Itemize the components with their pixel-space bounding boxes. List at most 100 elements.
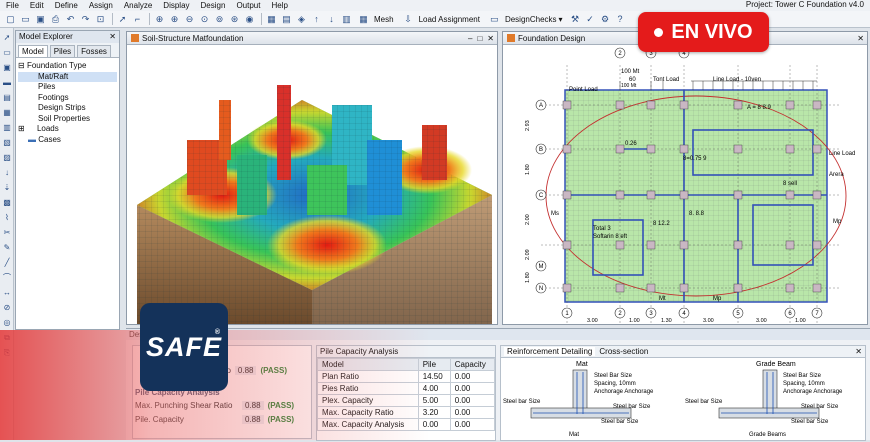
tree-item-piles[interactable]: Piles [18, 82, 117, 93]
dimension-icon[interactable]: ↔ [2, 288, 12, 298]
tree-item-footings[interactable]: Footings [18, 93, 117, 104]
draw-slab-icon[interactable]: ▣ [2, 63, 12, 73]
point-load-icon[interactable]: ↓ [2, 168, 12, 178]
pointer-icon[interactable]: ➚ [116, 13, 129, 26]
collapse-icon[interactable]: ⊟ [18, 61, 25, 70]
print-icon[interactable]: ⎙ [49, 13, 62, 26]
table-row[interactable]: Plex. Capacity 5.00 0.00 [317, 394, 496, 407]
menu-analyze[interactable]: Analyze [124, 1, 152, 10]
project-title: Project: Tower C Foundation v4.0 [745, 0, 864, 9]
line-icon[interactable]: ╱ [2, 258, 12, 268]
menu-define[interactable]: Define [55, 1, 78, 10]
expand-icon[interactable]: ⊞ [18, 124, 25, 133]
menu-file[interactable]: File [6, 1, 19, 10]
tab-reinforcement-detailing[interactable]: Reinforcement Detailing [504, 347, 596, 356]
tab-model[interactable]: Model [18, 45, 48, 57]
select-pointer-icon[interactable]: ➚ [2, 33, 12, 43]
close-icon[interactable]: ✕ [487, 34, 494, 43]
cut-icon[interactable]: ✂ [2, 228, 12, 238]
tab-piles[interactable]: Piles [49, 45, 76, 57]
3d-view-icon[interactable]: ◈ [295, 13, 308, 26]
line-load-icon[interactable]: ⇣ [2, 183, 12, 193]
minimize-icon[interactable]: – [468, 34, 472, 43]
help-icon[interactable]: ? [614, 13, 627, 26]
grid-icon[interactable]: ▥ [340, 13, 353, 26]
tree-label: Mat/Raft [38, 71, 69, 81]
copy-icon[interactable]: ⧉ [2, 333, 12, 343]
draw-pile-icon[interactable]: ▥ [2, 123, 12, 133]
reinforcement-tabs: Reinforcement Detailing Cross-section ✕ [501, 346, 865, 358]
pan-icon[interactable]: ⊛ [228, 13, 241, 26]
area-load-icon[interactable]: ▩ [2, 198, 12, 208]
result-row: Max. Punching Shear Ratio 0.88 (PASS) [135, 401, 294, 410]
zoom-out-icon[interactable]: ⊖ [183, 13, 196, 26]
ratio-value: 0.88 [234, 366, 257, 375]
3d-model-canvas[interactable] [127, 45, 497, 324]
check-icon[interactable]: ✓ [584, 13, 597, 26]
down-icon[interactable]: ↓ [325, 13, 338, 26]
tree-item-soil-properties[interactable]: Soil Properties [18, 114, 117, 125]
draw-grid-icon[interactable]: ▦ [2, 108, 12, 118]
menu-display[interactable]: Display [163, 1, 189, 10]
tree-item-mat-raft[interactable]: Mat/Raft [18, 71, 117, 82]
menu-edit[interactable]: Edit [30, 1, 44, 10]
load-assignment-button[interactable]: ⇩ Load Assignment [402, 13, 480, 26]
save-icon[interactable]: ▣ [34, 13, 47, 26]
arc-icon[interactable]: ⌒ [2, 273, 12, 283]
model-explorer-panel: Model Explorer ✕ Model Piles Fosses ⊟ Fou… [15, 30, 120, 330]
pile-capacity-panel: Pile Capacity Analysis Model Pile Capacity… [316, 345, 496, 441]
elevation-view-icon[interactable]: ▤ [280, 13, 293, 26]
close-icon[interactable]: ✕ [109, 32, 116, 42]
mesh-button[interactable]: ▦ Mesh [357, 13, 393, 26]
menu-assign[interactable]: Assign [89, 1, 113, 10]
close-icon[interactable]: ✕ [855, 347, 862, 356]
close-icon[interactable]: ✕ [857, 34, 864, 43]
rotate-view-icon[interactable]: ◉ [243, 13, 256, 26]
table-row[interactable]: Max. Capacity Analysis 0.00 0.00 [317, 418, 496, 431]
draw-strip-icon[interactable]: ▤ [2, 93, 12, 103]
tree-item-foundation-type[interactable]: ⊟ Foundation Type [18, 61, 117, 72]
redo-icon[interactable]: ↷ [79, 13, 92, 26]
tree-item-design-strips[interactable]: Design Strips [18, 103, 117, 114]
zoom-previous-icon[interactable]: ⊙ [198, 13, 211, 26]
section-cut-icon[interactable]: ⊘ [2, 303, 12, 313]
tree-item-loads[interactable]: ⊞ Loads [18, 124, 117, 135]
paste-icon[interactable]: ⎘ [2, 348, 12, 358]
table-row[interactable]: Max. Capacity Ratio 3.20 0.00 [317, 406, 496, 419]
lock-icon[interactable]: ⊡ [94, 13, 107, 26]
tab-cross-section[interactable]: Cross-section [599, 347, 648, 356]
result-value: 0.88 [242, 415, 264, 424]
draw-column-icon[interactable]: ▧ [2, 138, 12, 148]
settings-icon[interactable]: ⚙ [599, 13, 612, 26]
zoom-fit-icon[interactable]: ⊚ [213, 13, 226, 26]
draw-wall-icon[interactable]: ▨ [2, 153, 12, 163]
target-icon[interactable]: ◎ [2, 318, 12, 328]
column-header[interactable]: Model [317, 358, 419, 371]
draw-beam-icon[interactable]: ▬ [2, 78, 12, 88]
column-header[interactable]: Capacity [449, 358, 496, 371]
plan-canvas[interactable]: 234 1234567 ABCMN 3.00 1.00 1.30 3.00 3.00 1.… [503, 45, 867, 324]
zoom-in-icon[interactable]: ⊕ [168, 13, 181, 26]
soil-spring-icon[interactable]: ⌇ [2, 213, 12, 223]
menu-output[interactable]: Output [236, 1, 260, 10]
column-header[interactable]: Pile [417, 358, 451, 371]
table-row[interactable]: Plan Ratio 14.50 0.00 [317, 370, 496, 383]
3d-view-window: Soil-Structure Matfoundation – □ ✕ [126, 31, 498, 325]
menu-design[interactable]: Design [201, 1, 226, 10]
design-checks-button[interactable]: ▭ DesignChecks ▾ [488, 13, 562, 26]
table-row[interactable]: Pies Ratio 4.00 0.00 [317, 382, 496, 395]
menu-help[interactable]: Help [271, 1, 287, 10]
open-folder-icon[interactable]: ▭ [19, 13, 32, 26]
up-icon[interactable]: ↑ [310, 13, 323, 26]
tree-item-cases[interactable]: ▬ Cases [18, 135, 117, 146]
draw-area-icon[interactable]: ▭ [2, 48, 12, 58]
deformed-shape-icon[interactable]: ⚒ [569, 13, 582, 26]
maximize-icon[interactable]: □ [477, 34, 482, 43]
pencil-icon[interactable]: ✎ [2, 243, 12, 253]
plan-view-icon[interactable]: ▦ [265, 13, 278, 26]
rubber-band-icon[interactable]: ⌐ [131, 13, 144, 26]
tab-fosses[interactable]: Fosses [77, 45, 111, 57]
undo-icon[interactable]: ↶ [64, 13, 77, 26]
new-file-icon[interactable]: ▢ [4, 13, 17, 26]
zoom-window-icon[interactable]: ⊕ [153, 13, 166, 26]
